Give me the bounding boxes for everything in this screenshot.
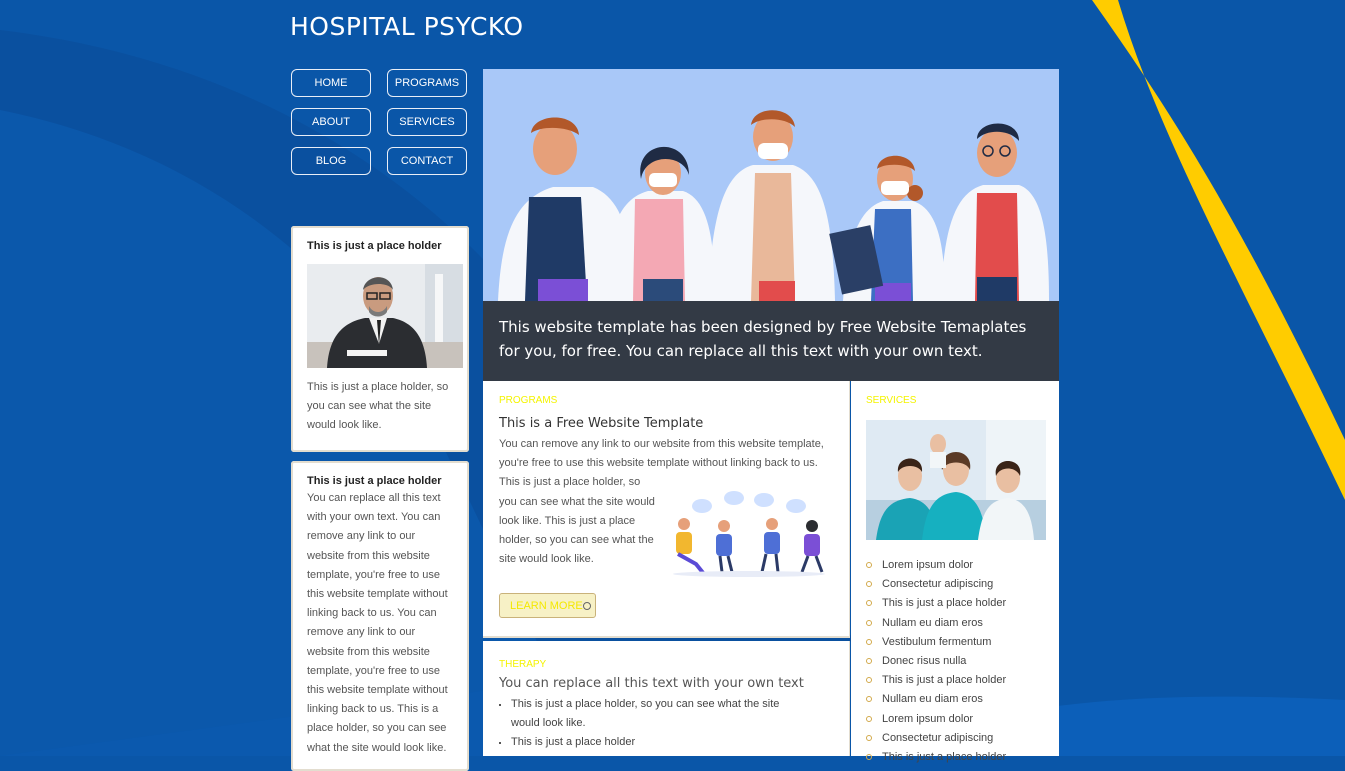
- list-item[interactable]: Consectetur adipiscing: [866, 575, 1044, 594]
- sidebar-card-2-text: You can replace all this text with your …: [307, 492, 448, 754]
- sidebar-card-1: This is just a place holder This is just…: [291, 226, 469, 452]
- sidebar-card-2-title: This is just a place holder: [307, 475, 442, 487]
- services-label: SERVICES: [866, 395, 917, 406]
- therapy-heading: You can replace all this text with your …: [499, 676, 804, 691]
- learn-more-button[interactable]: LEARN MORE: [499, 593, 596, 618]
- hero-banner: This website template has been designed …: [483, 69, 1059, 381]
- list-item[interactable]: This is just a place holder: [866, 748, 1044, 767]
- list-item[interactable]: Donec risus nulla: [866, 652, 1044, 671]
- programs-paragraph-1: You can remove any link to our website f…: [499, 438, 824, 470]
- programs-label: PROGRAMS: [499, 395, 558, 406]
- list-item[interactable]: This is just a place holder: [866, 594, 1044, 613]
- hero-caption: This website template has been designed …: [483, 301, 1059, 381]
- list-item[interactable]: Consectetur adipiscing: [866, 729, 1044, 748]
- list-item[interactable]: This is just a place holder: [866, 671, 1044, 690]
- group-therapy-illustration: [673, 491, 825, 577]
- sidebar-card-1-title: This is just a place holder: [307, 240, 442, 252]
- circle-icon: [583, 602, 591, 610]
- therapy-label: THERAPY: [499, 659, 547, 670]
- list-item[interactable]: Nullam eu diam eros: [866, 614, 1044, 633]
- list-item: This is just a place holder, so you can …: [499, 695, 811, 733]
- site-title[interactable]: HOSPITAL PSYCKO: [290, 12, 524, 41]
- list-item[interactable]: Nullam eu diam eros: [866, 690, 1044, 709]
- nav-programs-button[interactable]: PROGRAMS: [387, 69, 467, 97]
- sidebar-card-1-text: This is just a place holder, so you can …: [307, 381, 449, 432]
- nav-about-button[interactable]: ABOUT: [291, 108, 371, 136]
- services-list: Lorem ipsum dolor Consectetur adipiscing…: [866, 556, 1044, 767]
- learn-more-label: LEARN MORE: [510, 599, 583, 612]
- nav-services-button[interactable]: SERVICES: [387, 108, 467, 136]
- programs-paragraph-2: This is just a place holder, so you can …: [499, 476, 655, 566]
- list-item: This is just a place holder: [499, 733, 811, 752]
- therapy-list: This is just a place holder, so you can …: [499, 695, 834, 753]
- list-item[interactable]: Lorem ipsum dolor: [866, 556, 1044, 575]
- list-item[interactable]: Vestibulum fermentum: [866, 633, 1044, 652]
- medical-staff-photo: [866, 420, 1046, 540]
- programs-heading: This is a Free Website Template: [499, 416, 704, 431]
- nav-home-button[interactable]: HOME: [291, 69, 371, 97]
- nav-blog-button[interactable]: BLOG: [291, 147, 371, 175]
- nav-contact-button[interactable]: CONTACT: [387, 147, 467, 175]
- therapy-section: THERAPY You can replace all this text wi…: [483, 641, 850, 756]
- services-section: SERVICES Lorem ipsum dolor Consectetur a…: [851, 381, 1059, 763]
- sidebar-card-2: This is just a place holder You can repl…: [291, 461, 469, 771]
- list-item[interactable]: Lorem ipsum dolor: [866, 710, 1044, 729]
- businessman-photo: [307, 264, 463, 368]
- medical-team-illustration: [498, 110, 1049, 301]
